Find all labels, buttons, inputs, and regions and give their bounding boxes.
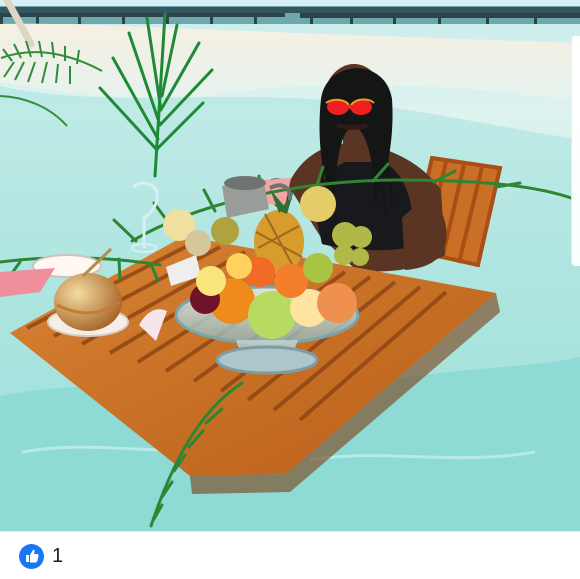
photo-image [0,0,580,531]
like-icon[interactable] [19,544,44,569]
reaction-count: 1 [52,545,64,567]
reactions-bar: 1 [0,531,580,579]
scroll-handle [571,36,580,266]
post-photo[interactable] [0,0,580,531]
